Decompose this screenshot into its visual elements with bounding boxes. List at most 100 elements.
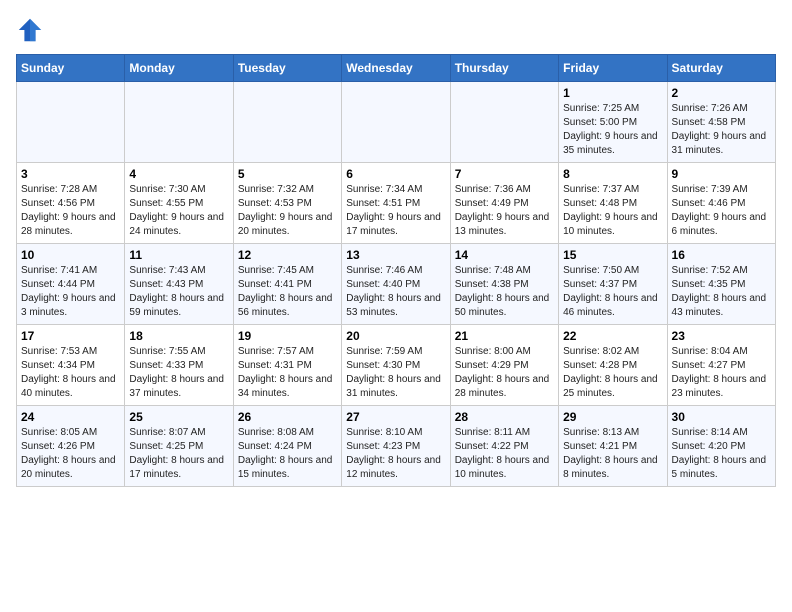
day-number: 4 bbox=[129, 167, 228, 181]
day-info: Sunrise: 7:50 AM Sunset: 4:37 PM Dayligh… bbox=[563, 264, 662, 320]
day-number: 1 bbox=[563, 86, 662, 100]
weekday-header-saturday: Saturday bbox=[667, 55, 775, 82]
calendar-cell: 2 Sunrise: 7:26 AM Sunset: 4:58 PM Daylig… bbox=[667, 82, 775, 163]
day-number: 8 bbox=[563, 167, 662, 181]
weekday-header-monday: Monday bbox=[125, 55, 233, 82]
day-number: 28 bbox=[455, 410, 554, 424]
calendar-cell: 4 Sunrise: 7:30 AM Sunset: 4:55 PM Daylig… bbox=[125, 163, 233, 244]
calendar-cell bbox=[450, 82, 558, 163]
day-info: Sunrise: 8:07 AM Sunset: 4:25 PM Dayligh… bbox=[129, 426, 228, 482]
day-info: Sunrise: 7:46 AM Sunset: 4:40 PM Dayligh… bbox=[346, 264, 445, 320]
calendar-cell: 26Sunrise: 8:08 AM Sunset: 4:24 PM Dayli… bbox=[233, 406, 341, 487]
day-number: 7 bbox=[455, 167, 554, 181]
day-number: 11 bbox=[129, 248, 228, 262]
calendar-cell: 7 Sunrise: 7:36 AM Sunset: 4:49 PM Daylig… bbox=[450, 163, 558, 244]
calendar-week-1: 1 Sunrise: 7:25 AM Sunset: 5:00 PM Daylig… bbox=[17, 82, 776, 163]
calendar-cell: 21 Sunrise: 8:00 AM Sunset: 4:29 PM Dayli… bbox=[450, 325, 558, 406]
calendar-cell: 19 Sunrise: 7:57 AM Sunset: 4:31 PM Dayli… bbox=[233, 325, 341, 406]
day-info: Sunrise: 8:00 AM Sunset: 4:29 PM Dayligh… bbox=[455, 345, 554, 401]
day-info: Sunrise: 7:39 AM Sunset: 4:46 PM Dayligh… bbox=[672, 183, 771, 239]
calendar-cell: 10 Sunrise: 7:41 AM Sunset: 4:44 PM Dayli… bbox=[17, 244, 125, 325]
day-info: Sunrise: 7:45 AM Sunset: 4:41 PM Dayligh… bbox=[238, 264, 337, 320]
calendar-cell: 3Sunrise: 7:28 AM Sunset: 4:56 PM Daylig… bbox=[17, 163, 125, 244]
day-number: 9 bbox=[672, 167, 771, 181]
calendar-cell: 8Sunrise: 7:37 AM Sunset: 4:48 PM Daylig… bbox=[559, 163, 667, 244]
logo-icon bbox=[16, 16, 44, 44]
weekday-header-friday: Friday bbox=[559, 55, 667, 82]
day-number: 10 bbox=[21, 248, 120, 262]
calendar-week-4: 17Sunrise: 7:53 AM Sunset: 4:34 PM Dayli… bbox=[17, 325, 776, 406]
weekday-header-wednesday: Wednesday bbox=[342, 55, 450, 82]
weekday-header-tuesday: Tuesday bbox=[233, 55, 341, 82]
day-number: 30 bbox=[672, 410, 771, 424]
day-info: Sunrise: 7:57 AM Sunset: 4:31 PM Dayligh… bbox=[238, 345, 337, 401]
calendar-cell bbox=[125, 82, 233, 163]
day-number: 2 bbox=[672, 86, 771, 100]
calendar-cell: 20 Sunrise: 7:59 AM Sunset: 4:30 PM Dayli… bbox=[342, 325, 450, 406]
calendar-week-3: 10 Sunrise: 7:41 AM Sunset: 4:44 PM Dayli… bbox=[17, 244, 776, 325]
calendar-cell: 25 Sunrise: 8:07 AM Sunset: 4:25 PM Dayli… bbox=[125, 406, 233, 487]
day-number: 24 bbox=[21, 410, 120, 424]
logo bbox=[16, 16, 48, 44]
calendar-cell: 6 Sunrise: 7:34 AM Sunset: 4:51 PM Daylig… bbox=[342, 163, 450, 244]
day-info: Sunrise: 7:34 AM Sunset: 4:51 PM Dayligh… bbox=[346, 183, 445, 239]
weekday-header-sunday: Sunday bbox=[17, 55, 125, 82]
day-number: 17 bbox=[21, 329, 120, 343]
calendar-cell: 11 Sunrise: 7:43 AM Sunset: 4:43 PM Dayli… bbox=[125, 244, 233, 325]
day-info: Sunrise: 7:36 AM Sunset: 4:49 PM Dayligh… bbox=[455, 183, 554, 239]
calendar-cell: 27 Sunrise: 8:10 AM Sunset: 4:23 PM Dayli… bbox=[342, 406, 450, 487]
calendar-week-5: 24 Sunrise: 8:05 AM Sunset: 4:26 PM Dayli… bbox=[17, 406, 776, 487]
calendar-cell: 30 Sunrise: 8:14 AM Sunset: 4:20 PM Dayli… bbox=[667, 406, 775, 487]
calendar-table: SundayMondayTuesdayWednesdayThursdayFrid… bbox=[16, 54, 776, 487]
day-number: 16 bbox=[672, 248, 771, 262]
day-info: Sunrise: 7:25 AM Sunset: 5:00 PM Dayligh… bbox=[563, 102, 662, 158]
day-number: 3 bbox=[21, 167, 120, 181]
calendar-cell: 13 Sunrise: 7:46 AM Sunset: 4:40 PM Dayli… bbox=[342, 244, 450, 325]
calendar-week-2: 3Sunrise: 7:28 AM Sunset: 4:56 PM Daylig… bbox=[17, 163, 776, 244]
day-number: 13 bbox=[346, 248, 445, 262]
weekday-header-thursday: Thursday bbox=[450, 55, 558, 82]
day-number: 21 bbox=[455, 329, 554, 343]
calendar-cell: 23 Sunrise: 8:04 AM Sunset: 4:27 PM Dayli… bbox=[667, 325, 775, 406]
day-info: Sunrise: 8:05 AM Sunset: 4:26 PM Dayligh… bbox=[21, 426, 120, 482]
day-info: Sunrise: 7:26 AM Sunset: 4:58 PM Dayligh… bbox=[672, 102, 771, 158]
day-number: 12 bbox=[238, 248, 337, 262]
calendar-cell: 5Sunrise: 7:32 AM Sunset: 4:53 PM Daylig… bbox=[233, 163, 341, 244]
day-number: 15 bbox=[563, 248, 662, 262]
calendar-cell: 16 Sunrise: 7:52 AM Sunset: 4:35 PM Dayli… bbox=[667, 244, 775, 325]
day-info: Sunrise: 7:43 AM Sunset: 4:43 PM Dayligh… bbox=[129, 264, 228, 320]
day-info: Sunrise: 7:52 AM Sunset: 4:35 PM Dayligh… bbox=[672, 264, 771, 320]
calendar-cell bbox=[342, 82, 450, 163]
day-number: 20 bbox=[346, 329, 445, 343]
day-number: 19 bbox=[238, 329, 337, 343]
day-info: Sunrise: 8:11 AM Sunset: 4:22 PM Dayligh… bbox=[455, 426, 554, 482]
day-info: Sunrise: 8:10 AM Sunset: 4:23 PM Dayligh… bbox=[346, 426, 445, 482]
day-number: 14 bbox=[455, 248, 554, 262]
calendar-cell: 18Sunrise: 7:55 AM Sunset: 4:33 PM Dayli… bbox=[125, 325, 233, 406]
calendar-cell: 15 Sunrise: 7:50 AM Sunset: 4:37 PM Dayli… bbox=[559, 244, 667, 325]
day-number: 27 bbox=[346, 410, 445, 424]
day-info: Sunrise: 7:41 AM Sunset: 4:44 PM Dayligh… bbox=[21, 264, 120, 320]
calendar-cell: 9 Sunrise: 7:39 AM Sunset: 4:46 PM Daylig… bbox=[667, 163, 775, 244]
calendar-cell: 17Sunrise: 7:53 AM Sunset: 4:34 PM Dayli… bbox=[17, 325, 125, 406]
day-number: 26 bbox=[238, 410, 337, 424]
calendar-cell: 24 Sunrise: 8:05 AM Sunset: 4:26 PM Dayli… bbox=[17, 406, 125, 487]
calendar-cell: 1 Sunrise: 7:25 AM Sunset: 5:00 PM Daylig… bbox=[559, 82, 667, 163]
calendar-cell: 22Sunrise: 8:02 AM Sunset: 4:28 PM Dayli… bbox=[559, 325, 667, 406]
day-number: 5 bbox=[238, 167, 337, 181]
calendar-cell bbox=[233, 82, 341, 163]
day-number: 23 bbox=[672, 329, 771, 343]
day-info: Sunrise: 7:59 AM Sunset: 4:30 PM Dayligh… bbox=[346, 345, 445, 401]
calendar-cell: 14 Sunrise: 7:48 AM Sunset: 4:38 PM Dayli… bbox=[450, 244, 558, 325]
day-number: 25 bbox=[129, 410, 228, 424]
day-number: 22 bbox=[563, 329, 662, 343]
day-info: Sunrise: 7:30 AM Sunset: 4:55 PM Dayligh… bbox=[129, 183, 228, 239]
calendar-cell: 28 Sunrise: 8:11 AM Sunset: 4:22 PM Dayli… bbox=[450, 406, 558, 487]
day-number: 6 bbox=[346, 167, 445, 181]
day-info: Sunrise: 7:55 AM Sunset: 4:33 PM Dayligh… bbox=[129, 345, 228, 401]
day-info: Sunrise: 8:04 AM Sunset: 4:27 PM Dayligh… bbox=[672, 345, 771, 401]
day-number: 29 bbox=[563, 410, 662, 424]
page-header bbox=[16, 16, 776, 44]
day-info: Sunrise: 7:48 AM Sunset: 4:38 PM Dayligh… bbox=[455, 264, 554, 320]
day-info: Sunrise: 8:14 AM Sunset: 4:20 PM Dayligh… bbox=[672, 426, 771, 482]
